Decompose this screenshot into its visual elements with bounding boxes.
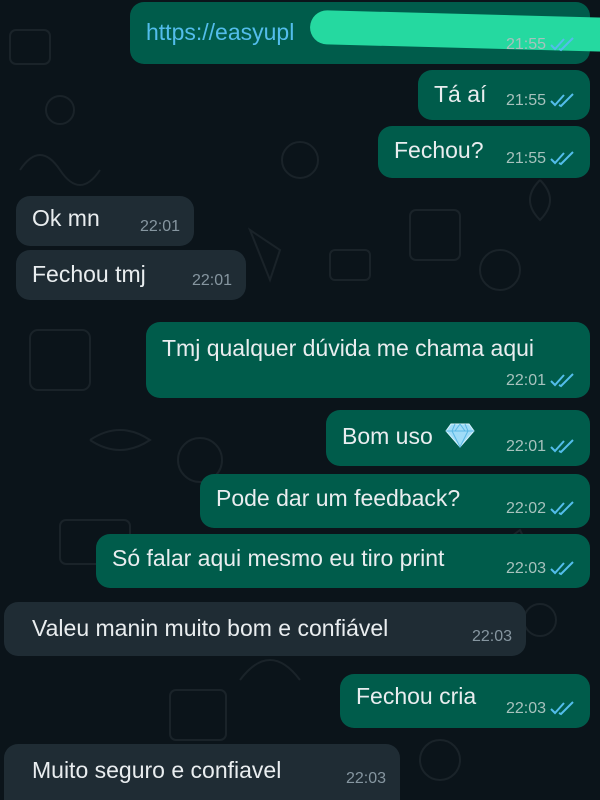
read-ticks-icon — [550, 373, 574, 388]
message-outgoing[interactable]: Tá aí 21:55 — [418, 70, 590, 120]
message-text: Ok mn — [32, 205, 100, 231]
message-meta: 22:01 — [506, 438, 576, 456]
read-ticks-icon — [550, 561, 574, 576]
read-ticks-icon — [550, 701, 574, 716]
message-text: Valeu manin muito bom e confiável — [32, 615, 389, 641]
message-outgoing[interactable]: Fechou? 21:55 — [378, 126, 590, 178]
gem-icon — [445, 423, 475, 448]
message-meta: 22:03 — [506, 700, 576, 718]
message-time: 22:03 — [505, 560, 546, 577]
message-time: 21:55 — [505, 150, 546, 167]
message-text: Muito seguro e confiavel — [32, 757, 282, 783]
message-incoming[interactable]: Ok mn 22:01 — [16, 196, 194, 246]
message-outgoing[interactable]: Tmj qualquer dúvida me chama aqui 22:01 — [146, 322, 590, 398]
message-incoming[interactable]: Valeu manin muito bom e confiável 22:03 — [4, 602, 526, 656]
message-outgoing[interactable]: Fechou cria 22:03 — [340, 674, 590, 728]
message-meta: 22:01 — [192, 272, 232, 290]
message-meta: 22:03 — [506, 560, 576, 578]
message-text: Bom uso — [342, 423, 433, 449]
message-meta: 21:55 — [506, 36, 576, 54]
message-text: Fechou tmj — [32, 261, 146, 287]
chat-area[interactable]: https://easyupl 21:55 Tá aí 21:55 Fechou… — [0, 0, 600, 800]
message-time: 22:01 — [191, 272, 232, 289]
message-meta: 22:03 — [346, 770, 386, 788]
message-meta: 22:02 — [506, 500, 576, 518]
message-outgoing[interactable]: Pode dar um feedback? 22:02 — [200, 474, 590, 528]
message-text: Fechou? — [394, 137, 484, 163]
message-time: 22:03 — [345, 770, 386, 787]
message-outgoing[interactable]: Bom uso 22:01 — [326, 410, 590, 466]
read-ticks-icon — [550, 93, 574, 108]
message-incoming[interactable]: Muito seguro e confiavel 22:03 — [4, 744, 400, 800]
message-time: 22:01 — [505, 438, 546, 455]
message-meta: 22:01 — [506, 372, 576, 390]
message-text: Tá aí — [434, 81, 487, 107]
read-ticks-icon — [550, 501, 574, 516]
message-time: 22:01 — [139, 218, 180, 235]
message-text: Tmj qualquer dúvida me chama aqui — [162, 335, 535, 361]
message-meta: 21:55 — [506, 92, 576, 110]
message-link-text[interactable]: https://easyupl — [146, 18, 294, 46]
message-text: Só falar aqui mesmo eu tiro print — [112, 545, 445, 571]
message-meta: 21:55 — [506, 150, 576, 168]
message-text-wrap: Bom uso — [342, 422, 475, 450]
message-meta: 22:01 — [140, 218, 180, 236]
message-time: 22:01 — [505, 372, 546, 389]
message-time: 22:03 — [505, 700, 546, 717]
message-time: 21:55 — [505, 36, 546, 53]
message-meta: 22:03 — [472, 628, 512, 646]
message-outgoing[interactable]: Só falar aqui mesmo eu tiro print 22:03 — [96, 534, 590, 588]
read-ticks-icon — [550, 37, 574, 52]
message-time: 22:03 — [471, 628, 512, 645]
read-ticks-icon — [550, 151, 574, 166]
message-time: 22:02 — [505, 500, 546, 517]
message-incoming[interactable]: Fechou tmj 22:01 — [16, 250, 246, 300]
message-text: Fechou cria — [356, 683, 477, 709]
message-outgoing-link[interactable]: https://easyupl 21:55 — [130, 2, 600, 64]
read-ticks-icon — [550, 439, 574, 454]
message-text: Pode dar um feedback? — [216, 485, 461, 511]
message-time: 21:55 — [505, 92, 546, 109]
